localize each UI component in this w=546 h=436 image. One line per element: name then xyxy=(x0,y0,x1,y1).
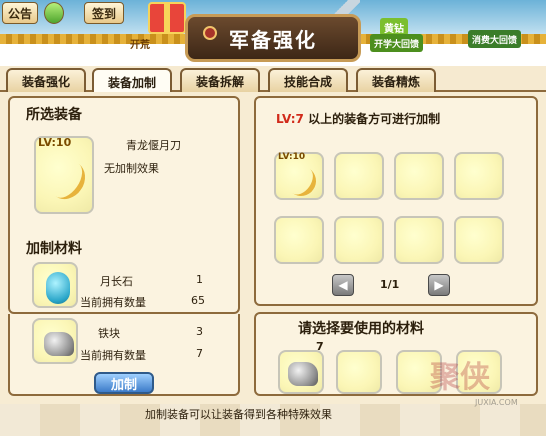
material-select-slot[interactable]: 7 xyxy=(278,340,324,394)
tab-skill-combine[interactable]: 技能合成 xyxy=(268,68,348,92)
promo-left-label: 开荒 xyxy=(130,39,150,51)
prev-page-button[interactable]: ◀ xyxy=(332,274,354,296)
equipment-slot[interactable] xyxy=(394,216,444,264)
selected-section-title: 所选装备 xyxy=(26,107,82,123)
footer-hint: 加制装备可以让装备得到各种特殊效果 xyxy=(145,408,332,421)
tab-refine[interactable]: 装备精炼 xyxy=(356,68,436,92)
material-slot-moonstone[interactable] xyxy=(32,262,78,308)
page-title-text: 军备强化 xyxy=(229,27,317,52)
material-slot-iron[interactable] xyxy=(32,318,78,364)
material-owned-label: 当前拥有数量 xyxy=(80,296,146,309)
requirement-level-value: 7 xyxy=(295,112,304,126)
equipment-slot[interactable] xyxy=(454,216,504,264)
iron-ore-icon xyxy=(288,362,318,386)
tab-craft[interactable]: 装备加制 xyxy=(92,68,172,94)
gem-icon xyxy=(203,26,217,40)
requirement-level-prefix: LV: xyxy=(276,112,296,126)
chevron-right-icon: ▶ xyxy=(434,278,444,292)
equipment-slot[interactable]: LV:10 xyxy=(274,152,324,202)
material-name: 铁块 xyxy=(98,327,120,340)
equipment-effect: 无加制效果 xyxy=(104,162,159,175)
tab-bar: 装备强化 装备加制 装备拆解 技能合成 装备精炼 xyxy=(0,66,546,94)
gold-promo-label: 黄钻 xyxy=(384,23,404,35)
gold-promo-sub[interactable]: 开学大回馈 xyxy=(370,34,424,52)
material-owned: 7 xyxy=(196,347,203,360)
material-name: 月长石 xyxy=(100,275,133,288)
tab-enhance[interactable]: 装备强化 xyxy=(6,68,86,92)
equipment-slot[interactable] xyxy=(394,152,444,200)
material-need: 1 xyxy=(196,273,203,286)
material-owned: 65 xyxy=(191,294,205,307)
equipment-slot[interactable] xyxy=(274,216,324,264)
watermark-logo: 聚侠 xyxy=(430,360,490,395)
material-select-slot[interactable] xyxy=(336,350,382,394)
iron-ore-icon xyxy=(44,332,74,356)
consume-promo-button[interactable]: 消费大回馈 xyxy=(468,30,522,48)
equipment-slot[interactable] xyxy=(334,152,384,200)
tab-dismantle[interactable]: 装备拆解 xyxy=(180,68,260,92)
material-select-title: 请选择要使用的材料 xyxy=(298,321,424,337)
equipment-name: 青龙偃月刀 xyxy=(126,139,181,152)
chevron-left-icon: ◀ xyxy=(338,278,348,292)
craft-button[interactable]: 加制 xyxy=(94,372,154,394)
requirement-text: LV:7 以上的装备方可进行加制 xyxy=(276,110,440,127)
material-need: 3 xyxy=(196,325,203,338)
signin-button[interactable]: 签到 xyxy=(84,2,124,24)
equipment-slot[interactable] xyxy=(454,152,504,200)
material-select-count: 7 xyxy=(316,340,324,353)
slot-level: LV:10 xyxy=(278,152,306,162)
materials-section-title: 加制材料 xyxy=(26,241,82,257)
refresh-icon[interactable] xyxy=(44,2,64,24)
announce-button[interactable]: 公告 xyxy=(2,2,38,24)
requirement-desc: 以上的装备方可进行加制 xyxy=(308,112,441,126)
blade-icon xyxy=(280,160,322,202)
moonstone-icon xyxy=(46,272,70,304)
page-indicator: 1/1 xyxy=(380,278,400,291)
selected-equipment-slot[interactable]: LV:10 xyxy=(34,136,94,214)
blade-icon xyxy=(41,153,93,207)
selected-level: LV:10 xyxy=(38,136,72,149)
gift-icon[interactable] xyxy=(148,2,186,34)
equipment-slot[interactable] xyxy=(334,216,384,264)
equipment-grid-panel xyxy=(254,96,538,306)
next-page-button[interactable]: ▶ xyxy=(428,274,450,296)
watermark-sub: JUXIA.COM xyxy=(475,398,518,407)
material-owned-label: 当前拥有数量 xyxy=(80,349,146,362)
